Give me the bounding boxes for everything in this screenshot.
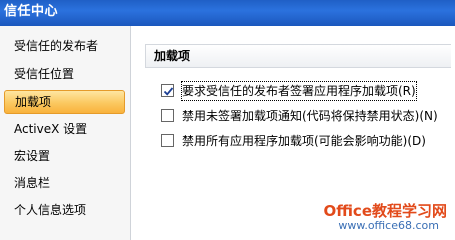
sidebar-item-label: 受信任位置 <box>14 67 75 81</box>
sidebar-item-label: 受信任的发布者 <box>14 39 99 53</box>
option-label: 禁用未签署加载项通知(代码将保持禁用状态)(N) <box>182 109 438 123</box>
sidebar-item-message-bar[interactable]: 消息栏 <box>4 171 125 195</box>
sidebar-item-label: 宏设置 <box>14 149 51 163</box>
option-label: 要求受信任的发布者签署应用程序加载项(R) <box>181 81 417 101</box>
option-label: 禁用所有应用程序加载项(可能会影响功能)(D) <box>182 134 426 148</box>
checkmark-icon <box>163 87 174 96</box>
section-header: 加载项 <box>145 44 451 68</box>
disable-all-checkbox[interactable] <box>161 134 174 147</box>
sidebar-item-activex-settings[interactable]: ActiveX 设置 <box>4 117 125 141</box>
window-title-bar[interactable]: 信任中心 <box>0 0 455 26</box>
watermark: Office教程学习网 www.office68.com <box>312 200 455 240</box>
section-title: 加载项 <box>154 49 191 63</box>
sidebar-item-trusted-publishers[interactable]: 受信任的发布者 <box>4 34 125 58</box>
sidebar-item-label: 消息栏 <box>14 176 51 190</box>
disable-notification-checkbox[interactable] <box>161 109 174 122</box>
sidebar-item-label: 加载项 <box>15 95 52 109</box>
sidebar-item-add-ins[interactable]: 加载项 <box>4 90 125 114</box>
sidebar-item-macro-settings[interactable]: 宏设置 <box>4 144 125 168</box>
watermark-url: www.office68.com <box>338 219 439 232</box>
sidebar-item-label: 个人信息选项 <box>14 203 87 217</box>
sidebar-item-privacy-options[interactable]: 个人信息选项 <box>4 198 125 222</box>
watermark-title: Office教程学习网 <box>323 202 447 220</box>
sidebar-item-label: ActiveX 设置 <box>14 122 88 136</box>
require-signed-checkbox[interactable] <box>161 84 174 97</box>
sidebar: 受信任的发布者 受信任位置 加载项 ActiveX 设置 宏设置 消息栏 个人信… <box>0 26 131 240</box>
window-title: 信任中心 <box>4 4 59 19</box>
sidebar-item-trusted-locations[interactable]: 受信任位置 <box>4 62 125 86</box>
